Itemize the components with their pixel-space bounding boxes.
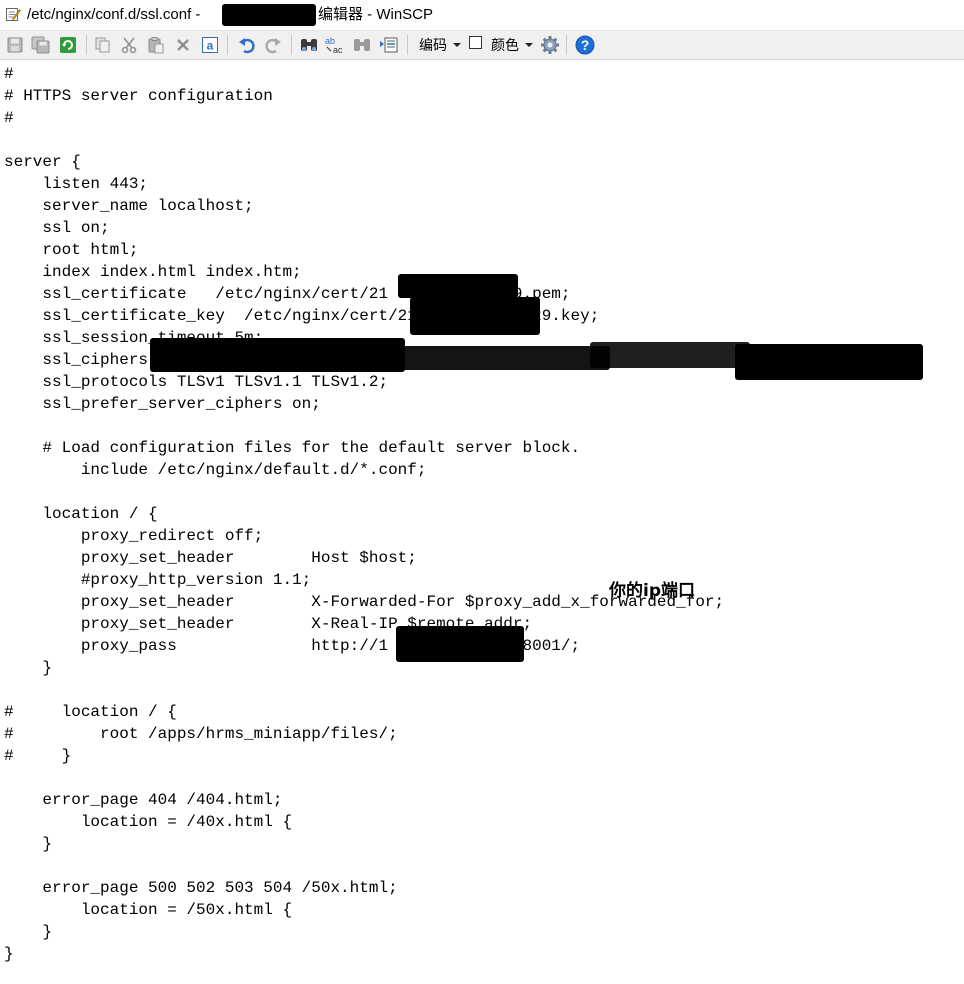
code-line[interactable]: location = /50x.html { <box>4 899 292 921</box>
code-line[interactable]: ssl_prefer_server_ciphers on; <box>4 393 320 415</box>
code-line[interactable]: # location / { <box>4 701 177 723</box>
code-line[interactable]: #proxy_http_version 1.1; <box>4 569 311 591</box>
code-line[interactable]: } <box>4 943 14 965</box>
code-line[interactable]: # <box>4 63 14 85</box>
title-redaction <box>222 4 316 26</box>
encoding-dropdown-arrow-icon[interactable] <box>453 43 461 47</box>
notepad-edit-icon <box>5 6 21 22</box>
redaction-block <box>400 346 610 370</box>
redo-icon[interactable] <box>262 34 284 56</box>
svg-text:?: ? <box>581 37 590 53</box>
editor-toolbar: a ab ac 编码 颜色 ? <box>0 30 964 60</box>
redaction-block <box>735 344 923 380</box>
color-dropdown-arrow-icon[interactable] <box>525 43 533 47</box>
title-bar: /etc/nginx/conf.d/ssl.conf - 编辑器 - WinSC… <box>0 0 964 30</box>
code-line[interactable]: # HTTPS server configuration <box>4 85 273 107</box>
window-title-path: /etc/nginx/conf.d/ssl.conf - <box>27 6 205 23</box>
find-icon[interactable] <box>298 34 320 56</box>
color-dropdown-label[interactable]: 颜色 <box>491 36 519 54</box>
ip-port-annotation: 你的ip端口 <box>609 581 695 601</box>
code-line[interactable]: proxy_set_header Host $host; <box>4 547 417 569</box>
code-line[interactable]: location / { <box>4 503 157 525</box>
code-line[interactable]: # <box>4 107 14 129</box>
redaction-block <box>410 297 540 335</box>
cut-icon[interactable] <box>118 34 140 56</box>
svg-text:ac: ac <box>333 45 343 55</box>
window-title-suffix: 编辑器 - WinSCP <box>318 6 434 23</box>
code-line[interactable]: error_page 500 502 503 504 /50x.html; <box>4 877 397 899</box>
color-checkbox[interactable] <box>469 36 482 49</box>
save-all-icon[interactable] <box>30 34 52 56</box>
redaction-block <box>398 274 518 298</box>
code-line[interactable]: location = /40x.html { <box>4 811 292 833</box>
code-line[interactable]: ssl on; <box>4 217 109 239</box>
code-line[interactable]: root html; <box>4 239 138 261</box>
code-line[interactable]: server_name localhost; <box>4 195 253 217</box>
undo-icon[interactable] <box>236 34 258 56</box>
goto-line-icon[interactable] <box>378 34 400 56</box>
code-line[interactable]: index index.html index.htm; <box>4 261 301 283</box>
redaction-block <box>396 626 524 662</box>
find-next-icon[interactable] <box>351 34 373 56</box>
toolbar-separator <box>566 35 567 55</box>
code-line[interactable]: include /etc/nginx/default.d/*.conf; <box>4 459 427 481</box>
svg-text:a: a <box>207 39 214 53</box>
toolbar-separator <box>227 35 228 55</box>
reload-icon[interactable] <box>57 34 79 56</box>
winscp-editor-window: /etc/nginx/conf.d/ssl.conf - 编辑器 - WinSC… <box>0 0 964 984</box>
code-line[interactable]: proxy_redirect off; <box>4 525 263 547</box>
code-line[interactable]: # } <box>4 745 71 767</box>
toolbar-separator <box>291 35 292 55</box>
select-all-icon[interactable]: a <box>199 34 221 56</box>
code-line[interactable]: listen 443; <box>4 173 148 195</box>
code-line[interactable]: server { <box>4 151 81 173</box>
code-line[interactable]: ssl_protocols TLSv1 TLSv1.1 TLSv1.2; <box>4 371 388 393</box>
copy-icon[interactable] <box>92 34 114 56</box>
replace-icon[interactable]: ab ac <box>324 34 346 56</box>
toolbar-separator <box>86 35 87 55</box>
encoding-dropdown-label[interactable]: 编码 <box>419 36 447 54</box>
redaction-block <box>150 338 405 372</box>
redaction-block <box>590 342 750 368</box>
help-icon[interactable]: ? <box>574 34 596 56</box>
code-line[interactable]: } <box>4 833 52 855</box>
paste-icon[interactable] <box>145 34 167 56</box>
code-line[interactable]: error_page 404 /404.html; <box>4 789 282 811</box>
settings-icon[interactable] <box>539 34 561 56</box>
delete-icon[interactable] <box>172 34 194 56</box>
code-editor[interactable]: # # HTTPS server configuration # server { l… <box>0 60 964 984</box>
code-line[interactable]: # Load configuration files for the defau… <box>4 437 580 459</box>
toolbar-separator <box>407 35 408 55</box>
code-line[interactable]: # root /apps/hrms_miniapp/files/; <box>4 723 398 745</box>
code-line[interactable]: } <box>4 921 52 943</box>
save-icon[interactable] <box>4 34 26 56</box>
code-line[interactable]: } <box>4 657 52 679</box>
